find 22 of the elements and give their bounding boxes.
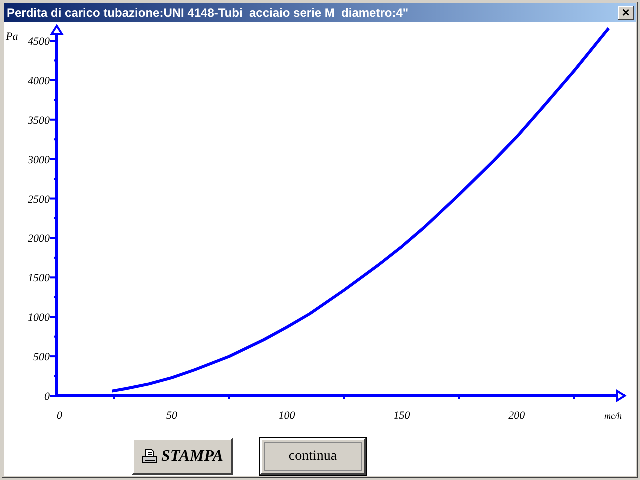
x-tick-label: 200 bbox=[508, 410, 526, 422]
y-tick-label: 4000 bbox=[28, 75, 50, 88]
y-tick-label: 3000 bbox=[28, 154, 50, 166]
x-tick-label: 0 bbox=[57, 410, 62, 422]
y-tick-label: 4500 bbox=[28, 36, 50, 48]
printer-icon bbox=[142, 448, 158, 464]
x-axis-label: mc/h bbox=[604, 411, 622, 421]
y-tick-label: 0 bbox=[44, 391, 50, 403]
close-button[interactable]: × bbox=[618, 6, 634, 20]
y-tick-label: 1500 bbox=[28, 272, 50, 285]
x-tick-label: 150 bbox=[394, 410, 410, 422]
window-title: Perdita di carico tubazione:UNI 4148-Tubi acciaio serie M diametro:4" bbox=[7, 6, 409, 20]
y-tick-label: 2000 bbox=[28, 233, 50, 246]
y-tick-label: 2500 bbox=[28, 194, 50, 206]
y-tick-label: 1000 bbox=[28, 312, 50, 324]
x-tick-label: 50 bbox=[166, 410, 178, 422]
x-tick-label: 100 bbox=[278, 410, 296, 422]
y-tick-label: 3500 bbox=[28, 114, 50, 127]
continue-button[interactable]: continua bbox=[260, 438, 366, 475]
y-axis-label: Pa bbox=[6, 31, 18, 43]
print-button[interactable]: STAMPA bbox=[132, 438, 233, 475]
y-tick-label: 500 bbox=[34, 352, 50, 364]
